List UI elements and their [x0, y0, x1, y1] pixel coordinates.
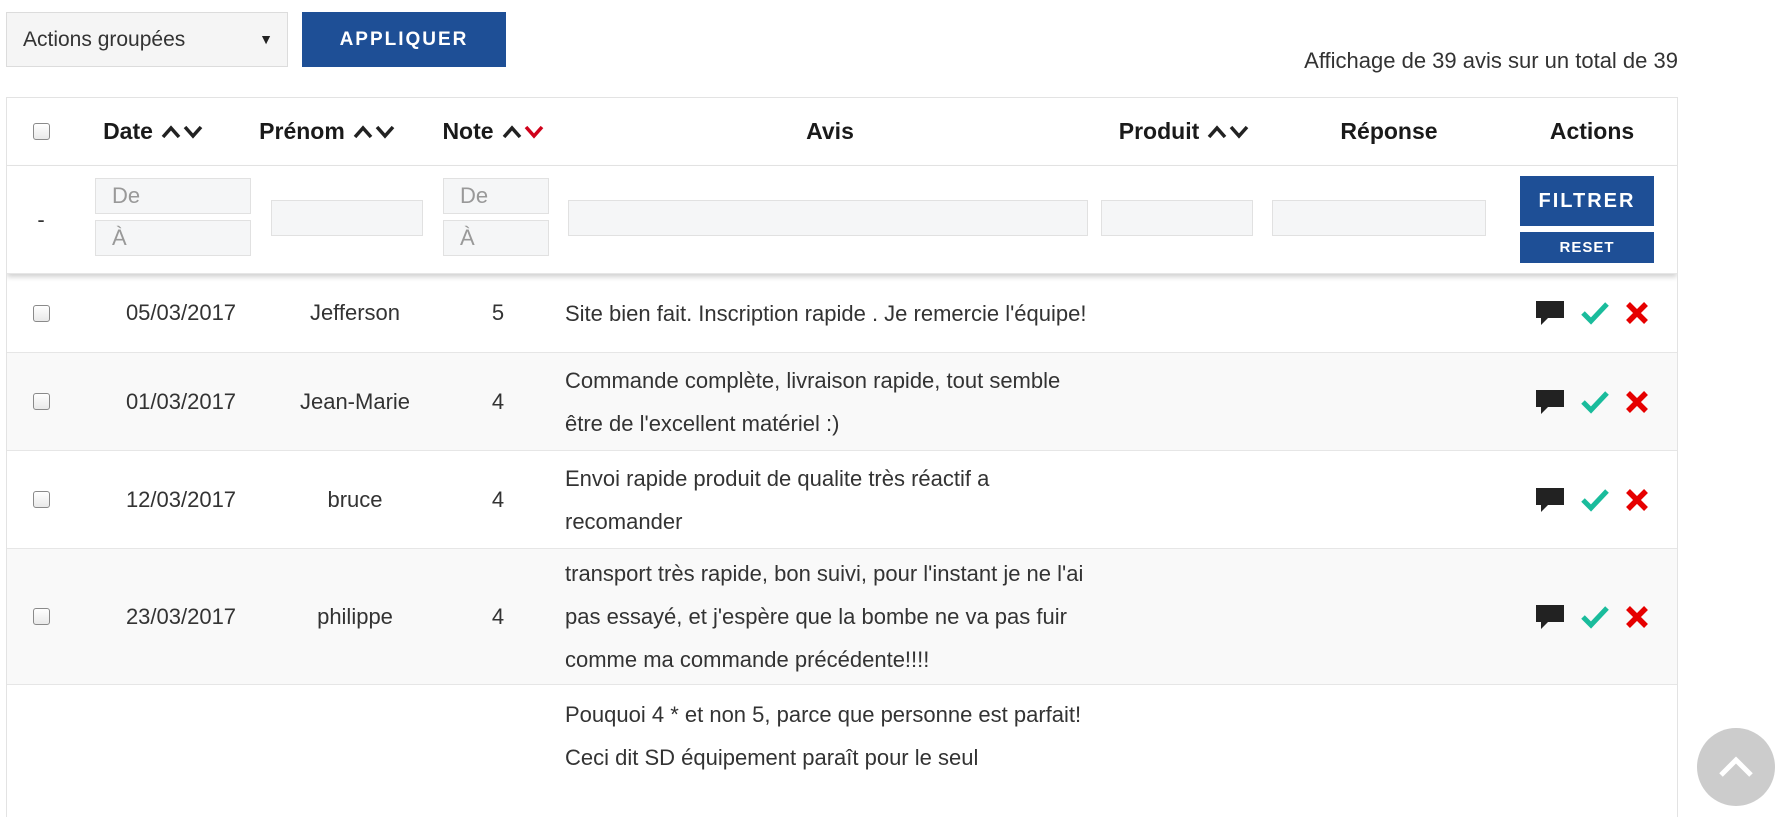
check-icon[interactable] [1580, 389, 1610, 415]
bulk-actions-value: Actions groupées [23, 28, 186, 51]
header-actions-label: Actions [1549, 118, 1635, 144]
row-checkbox[interactable] [32, 304, 50, 322]
check-icon[interactable] [1580, 487, 1610, 513]
filter-row: - De À De À FILTRER RESET [7, 166, 1677, 274]
row-date: 23/03/2017 [125, 603, 237, 629]
cross-icon[interactable] [1624, 604, 1650, 630]
table-row: Pouquoi 4 * et non 5, parce que personne… [7, 685, 1677, 817]
row-firstname: Jefferson [309, 300, 401, 325]
row-review: Commande complète, livraison rapide, tou… [565, 367, 1061, 436]
speech-bubble-icon[interactable] [1534, 603, 1566, 631]
dropdown-arrow-icon: ▼ [259, 31, 273, 47]
response-filter-input[interactable] [1272, 200, 1486, 236]
speech-bubble-icon[interactable] [1534, 388, 1566, 416]
row-actions [1507, 353, 1677, 450]
sort-arrows-icon[interactable] [161, 124, 203, 139]
row-firstname: bruce [327, 486, 383, 512]
row-date: 12/03/2017 [125, 486, 237, 512]
header-product[interactable]: Produit [1097, 98, 1271, 165]
row-actions [1507, 274, 1677, 352]
header-date[interactable]: Date [75, 98, 231, 165]
header-firstname[interactable]: Prénom [231, 98, 423, 165]
header-firstname-label: Prénom [259, 118, 345, 144]
table-row: 23/03/2017 philippe 4 transport très rap… [7, 549, 1677, 685]
row-note: 5 [491, 300, 505, 325]
header-actions: Actions [1507, 98, 1677, 165]
row-checkbox[interactable] [32, 491, 50, 508]
date-to-input[interactable]: À [95, 220, 251, 256]
header-date-label: Date [103, 118, 153, 144]
header-review: Avis [563, 98, 1097, 165]
table-row: 05/03/2017 Jefferson 5 Site bien fait. I… [7, 274, 1677, 353]
header-note[interactable]: Note [423, 98, 563, 165]
review-filter-input[interactable] [568, 200, 1088, 236]
speech-bubble-icon[interactable] [1534, 299, 1566, 327]
row-firstname: Jean-Marie [299, 388, 411, 414]
filter-button[interactable]: FILTRER [1520, 176, 1654, 226]
firstname-filter-input[interactable] [271, 200, 423, 236]
row-checkbox[interactable] [32, 608, 50, 625]
row-note: 4 [491, 486, 505, 512]
select-all-checkbox[interactable] [32, 123, 50, 140]
row-date: 01/03/2017 [125, 388, 237, 414]
check-icon[interactable] [1580, 300, 1610, 326]
checkbox-filter-placeholder: - [37, 206, 45, 232]
header-review-label: Avis [806, 118, 854, 144]
sort-up-icon[interactable] [1207, 124, 1227, 139]
cross-icon[interactable] [1624, 389, 1650, 415]
sort-down-icon[interactable] [1229, 125, 1249, 139]
row-firstname: philippe [317, 603, 393, 629]
apply-button[interactable]: APPLIQUER [302, 12, 506, 67]
row-actions [1507, 549, 1677, 684]
row-checkbox[interactable] [32, 393, 50, 410]
header-response-label: Réponse [1340, 118, 1438, 144]
cross-icon[interactable] [1624, 300, 1650, 326]
header-response: Réponse [1271, 98, 1507, 165]
sort-down-icon[interactable] [375, 125, 395, 139]
row-review: Pouquoi 4 * et non 5, parce que personne… [565, 702, 1082, 770]
note-to-input[interactable]: À [443, 220, 549, 256]
sort-arrows-icon[interactable] [353, 124, 395, 139]
sort-arrows-icon[interactable] [502, 124, 544, 139]
note-from-input[interactable]: De [443, 178, 549, 214]
product-filter-input[interactable] [1101, 200, 1253, 236]
chevron-up-icon [1719, 756, 1753, 777]
toolbar: Actions groupées ▼ APPLIQUER Affichage d… [6, 12, 1678, 73]
sort-up-icon[interactable] [353, 124, 373, 139]
sort-up-icon[interactable] [161, 124, 181, 139]
reviews-table: Date Prénom Note Avis Produit Réponse Ac… [6, 97, 1678, 817]
check-icon[interactable] [1580, 604, 1610, 630]
reset-button[interactable]: RESET [1520, 232, 1654, 263]
row-review: transport très rapide, bon suivi, pour l… [565, 561, 1084, 672]
table-header-row: Date Prénom Note Avis Produit Réponse Ac… [7, 98, 1677, 166]
date-from-input[interactable]: De [95, 178, 251, 214]
row-date: 05/03/2017 [125, 300, 237, 325]
table-row: 01/03/2017 Jean-Marie 4 Commande complèt… [7, 353, 1677, 451]
sort-down-icon[interactable] [183, 125, 203, 139]
row-review: Site bien fait. Inscription rapide . Je … [565, 300, 1087, 326]
sort-arrows-icon[interactable] [1207, 124, 1249, 139]
row-review: Envoi rapide produit de qualite très réa… [565, 465, 990, 534]
table-row: 12/03/2017 bruce 4 Envoi rapide produit … [7, 451, 1677, 549]
cross-icon[interactable] [1624, 487, 1650, 513]
bulk-actions-select[interactable]: Actions groupées ▼ [6, 12, 288, 67]
row-actions [1507, 451, 1677, 548]
row-note: 4 [491, 388, 505, 414]
sort-down-active-icon[interactable] [524, 125, 544, 139]
row-note: 4 [491, 603, 505, 629]
header-product-label: Produit [1118, 118, 1200, 144]
speech-bubble-icon[interactable] [1534, 486, 1566, 514]
results-count: Affichage de 39 avis sur un total de 39 [1304, 48, 1678, 73]
scroll-top-button[interactable] [1697, 728, 1775, 806]
header-note-label: Note [442, 118, 494, 144]
sort-up-icon[interactable] [502, 124, 522, 139]
